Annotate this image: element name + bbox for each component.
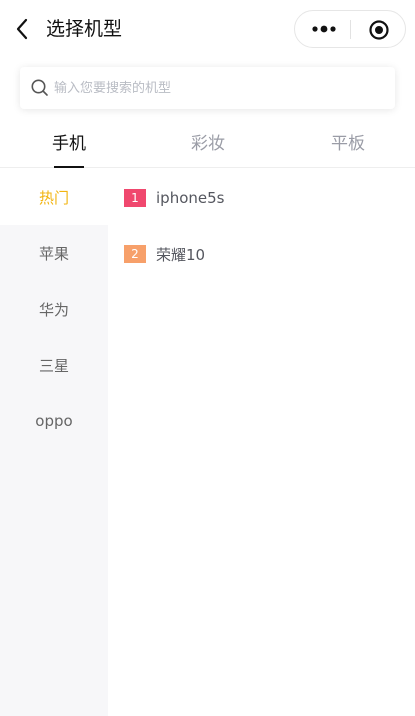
- sidebar-item-huawei[interactable]: 华为: [0, 281, 108, 337]
- chevron-left-icon: [16, 18, 28, 40]
- rank-badge: 1: [124, 189, 146, 207]
- back-button[interactable]: [10, 16, 34, 42]
- capsule-divider: [350, 20, 351, 39]
- model-name: iphone5s: [156, 189, 225, 207]
- target-icon: [369, 20, 389, 40]
- close-mini-program-button[interactable]: [367, 18, 391, 42]
- mini-program-capsule: [294, 10, 406, 48]
- category-tabs: 手机 彩妆 平板: [0, 122, 415, 168]
- sidebar-item-apple[interactable]: 苹果: [0, 225, 108, 281]
- tab-phone[interactable]: 手机: [29, 132, 109, 156]
- sidebar-item-samsung[interactable]: 三星: [0, 337, 108, 393]
- search-icon: [31, 79, 48, 96]
- list-item[interactable]: 2 荣耀10: [124, 242, 205, 266]
- model-name: 荣耀10: [156, 245, 206, 264]
- page-title: 选择机型: [46, 18, 123, 40]
- tab-tablet[interactable]: 平板: [308, 132, 388, 156]
- more-dots-icon: [312, 25, 336, 33]
- active-tab-indicator: [54, 166, 84, 168]
- search-input[interactable]: [54, 73, 384, 103]
- sidebar-item-oppo[interactable]: oppo: [0, 393, 108, 449]
- sidebar-item-hot[interactable]: 热门: [0, 169, 108, 225]
- rank-badge: 2: [124, 245, 146, 263]
- search-bar: [20, 67, 395, 109]
- brand-sidebar: 热门 苹果 华为 三星 oppo: [0, 169, 108, 716]
- model-list: 1 iphone5s 2 荣耀10: [108, 169, 415, 716]
- more-button[interactable]: [309, 19, 339, 39]
- navigation-bar: 选择机型: [0, 0, 415, 58]
- list-item[interactable]: 1 iphone5s: [124, 186, 224, 210]
- tab-cosmetics[interactable]: 彩妆: [168, 132, 248, 156]
